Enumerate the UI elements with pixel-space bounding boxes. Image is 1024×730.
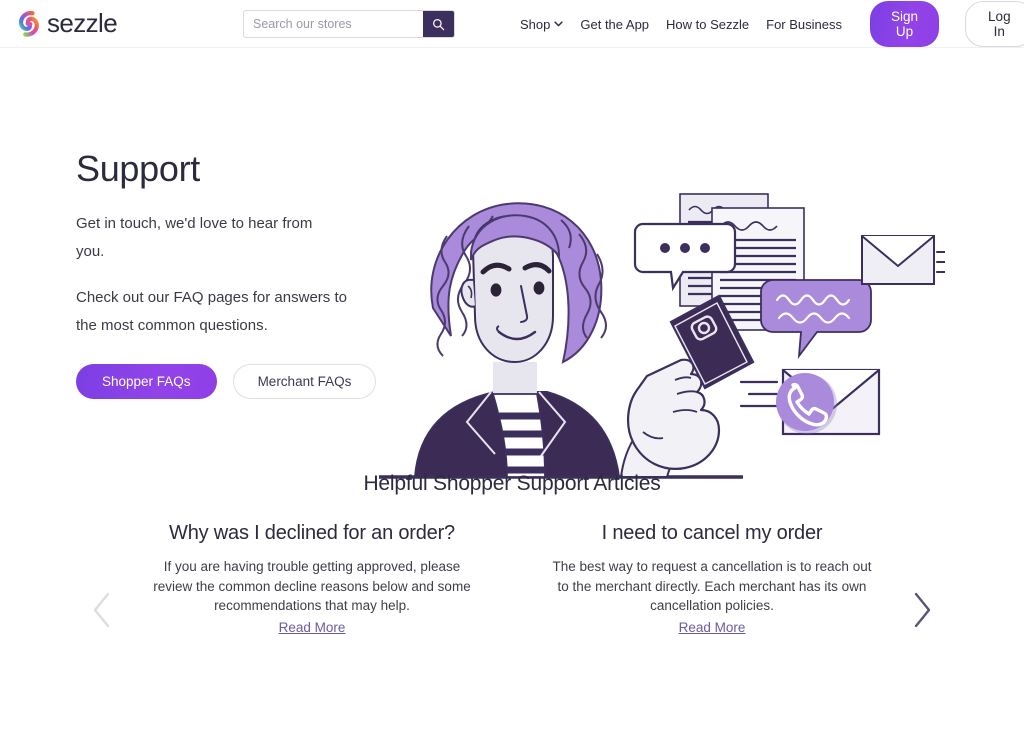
site-header: sezzle Shop Get the App How to Sezzle Fo… [0, 0, 1024, 48]
nav-item-get-the-app-label: Get the App [580, 16, 650, 32]
logo-text: sezzle [47, 8, 118, 38]
logo[interactable]: sezzle [16, 8, 118, 39]
article-title: I need to cancel my order [601, 522, 823, 544]
log-in-button[interactable]: Log In [965, 1, 1024, 47]
article-body: If you are having trouble getting approv… [153, 559, 471, 613]
article-card[interactable]: Why was I declined for an order? If you … [112, 522, 512, 637]
article-read-more-link[interactable]: Read More [279, 620, 346, 635]
hero-paragraph-2: Check out our FAQ pages for answers to t… [76, 289, 347, 334]
search-icon [433, 18, 445, 30]
section-title: Helpful Shopper Support Articles [363, 472, 661, 495]
page-title: Support [76, 148, 200, 189]
sign-up-button[interactable]: Sign Up [870, 1, 940, 47]
motion-lines [739, 380, 779, 408]
article-title: Why was I declined for an order? [169, 522, 455, 544]
chevron-right-icon [914, 592, 931, 628]
article-cards: Why was I declined for an order? If you … [0, 522, 1024, 637]
customer-support-illustration [379, 193, 945, 479]
speech-bubble-purple-icon [760, 279, 872, 360]
article-body: The best way to request a cancellation i… [552, 559, 872, 613]
nav-item-how-to-sezzle[interactable]: How to Sezzle [666, 17, 749, 32]
hero-buttons: Shopper FAQs Merchant FAQs [76, 364, 406, 399]
carousel-next-button[interactable] [906, 588, 936, 632]
search-bar[interactable] [243, 10, 455, 38]
nav-item-shop[interactable]: Shop [520, 16, 564, 32]
search-input[interactable] [244, 11, 423, 37]
nav-item-for-business[interactable]: For Business [766, 17, 842, 32]
sezzle-swirl-logo-icon [18, 10, 39, 37]
person-figure [413, 202, 621, 478]
nav-item-how-to-sezzle-label: How to Sezzle [666, 16, 750, 32]
main-nav: Shop Get the App How to Sezzle For Busin… [520, 0, 1024, 48]
search-button[interactable] [423, 11, 454, 37]
nav-item-for-business-label: For Business [766, 16, 843, 32]
nav-item-get-the-app[interactable]: Get the App [580, 17, 649, 32]
hero-section: Support Get in touch, we'd love to hear … [0, 48, 1024, 479]
support-articles-section: Helpful Shopper Support Articles Why was… [0, 468, 1024, 637]
merchant-faqs-button[interactable]: Merchant FAQs [232, 364, 377, 399]
article-read-more-link[interactable]: Read More [679, 620, 746, 635]
motion-lines [936, 251, 945, 273]
shopper-faqs-button[interactable]: Shopper FAQs [76, 364, 217, 399]
chevron-left-icon [93, 592, 110, 628]
envelope-top-icon [861, 235, 945, 285]
nav-item-shop-label: Shop [520, 16, 551, 32]
article-card[interactable]: I need to cancel my order The best way t… [512, 522, 912, 637]
carousel-prev-button[interactable] [88, 588, 118, 632]
hero-copy: Support Get in touch, we'd love to hear … [76, 148, 406, 399]
hero-paragraph-1: Get in touch, we'd love to hear from you… [76, 215, 313, 260]
hand-with-phone [619, 294, 755, 478]
chevron-down-icon [554, 21, 564, 27]
